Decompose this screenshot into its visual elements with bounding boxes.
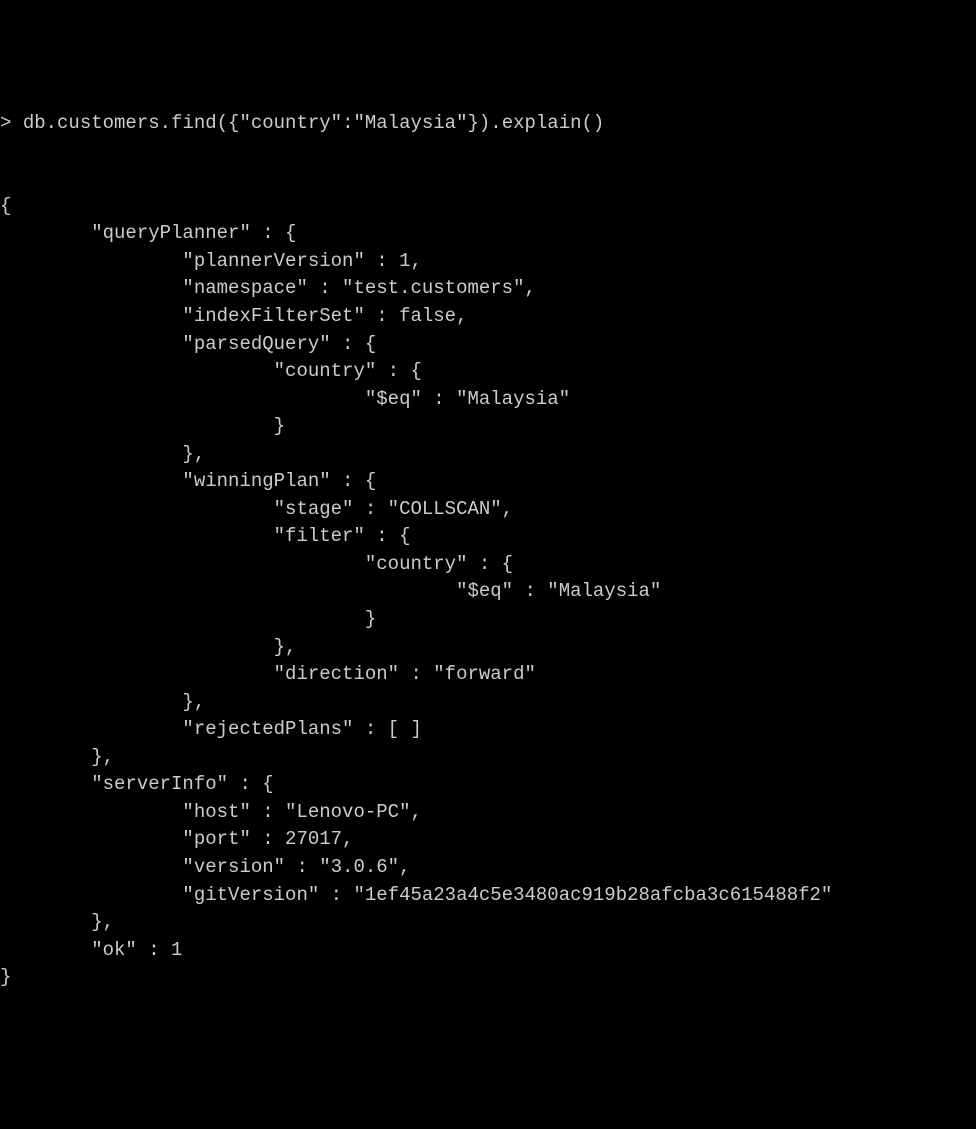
output-block: { "queryPlanner" : { "plannerVersion" : … bbox=[0, 165, 976, 991]
output-line: } bbox=[0, 966, 11, 988]
output-line: "version" : "3.0.6", bbox=[0, 856, 410, 878]
output-line: }, bbox=[0, 746, 114, 768]
output-line: "winningPlan" : { bbox=[0, 470, 376, 492]
output-line: "plannerVersion" : 1, bbox=[0, 250, 422, 272]
output-line: }, bbox=[0, 636, 296, 658]
output-line: "country" : { bbox=[0, 360, 422, 382]
output-line: "direction" : "forward" bbox=[0, 663, 536, 685]
output-line: "serverInfo" : { bbox=[0, 773, 274, 795]
output-line: "parsedQuery" : { bbox=[0, 333, 376, 355]
output-line: "indexFilterSet" : false, bbox=[0, 305, 467, 327]
output-line: "namespace" : "test.customers", bbox=[0, 277, 536, 299]
output-line: }, bbox=[0, 443, 205, 465]
output-line: "$eq" : "Malaysia" bbox=[0, 388, 570, 410]
output-line: { bbox=[0, 195, 11, 217]
command-prompt-line[interactable]: > db.customers.find({"country":"Malaysia… bbox=[0, 110, 976, 138]
output-line: "port" : 27017, bbox=[0, 828, 353, 850]
prompt-symbol: > bbox=[0, 112, 11, 134]
output-line: }, bbox=[0, 691, 205, 713]
output-line: }, bbox=[0, 911, 114, 933]
output-line: } bbox=[0, 608, 376, 630]
output-line: "ok" : 1 bbox=[0, 939, 182, 961]
output-line: } bbox=[0, 415, 285, 437]
command-text: db.customers.find({"country":"Malaysia"}… bbox=[23, 112, 605, 134]
output-line: "host" : "Lenovo-PC", bbox=[0, 801, 422, 823]
output-line: "filter" : { bbox=[0, 525, 410, 547]
output-line: "$eq" : "Malaysia" bbox=[0, 580, 661, 602]
output-line: "stage" : "COLLSCAN", bbox=[0, 498, 513, 520]
output-line: "rejectedPlans" : [ ] bbox=[0, 718, 422, 740]
output-line: "queryPlanner" : { bbox=[0, 222, 296, 244]
output-line: "gitVersion" : "1ef45a23a4c5e3480ac919b2… bbox=[0, 884, 832, 906]
output-line: "country" : { bbox=[0, 553, 513, 575]
